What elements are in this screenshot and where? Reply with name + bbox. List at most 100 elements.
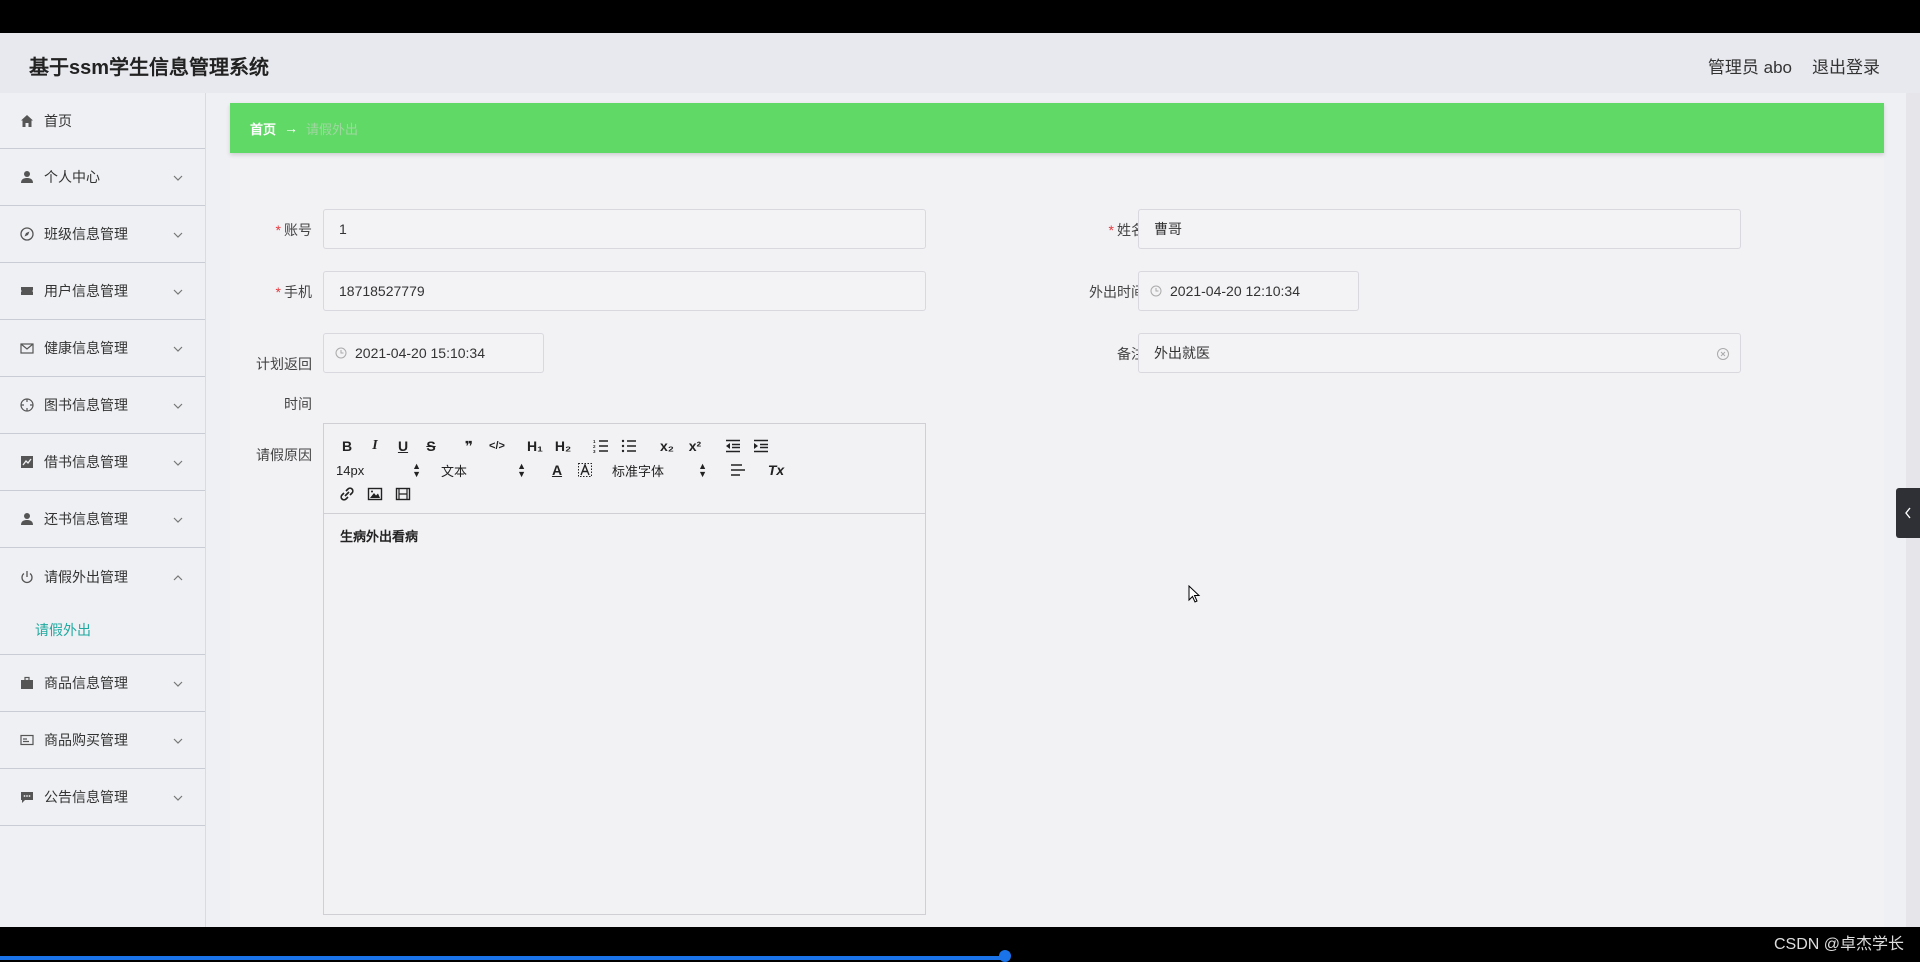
h1-button[interactable]: H₁ bbox=[524, 436, 546, 456]
sidebar-item-personal-center[interactable]: 个人中心 bbox=[0, 149, 205, 206]
watermark: CSDN @卓杰学长 bbox=[1773, 936, 1904, 953]
font-family-value: 标准字体 bbox=[612, 463, 665, 479]
account-value: 1 bbox=[339, 221, 347, 237]
sidebar-item-label: 个人中心 bbox=[44, 169, 100, 185]
outdent-button[interactable] bbox=[722, 436, 744, 456]
background-color-button[interactable] bbox=[574, 460, 596, 480]
sidebar-item-borrow-info[interactable]: 借书信息管理 bbox=[0, 434, 205, 491]
chevron-down-icon bbox=[173, 676, 183, 687]
chevron-down-icon bbox=[173, 790, 183, 801]
breadcrumb-home-link[interactable]: 首页 bbox=[250, 119, 276, 138]
sidebar-subitem-leave[interactable]: 请假外出 bbox=[0, 605, 205, 655]
sidebar-item-leave-management[interactable]: 请假外出管理 bbox=[0, 548, 205, 605]
sidebar-item-user-info[interactable]: 用户信息管理 bbox=[0, 263, 205, 320]
clock-icon bbox=[1150, 285, 1162, 297]
chevron-down-icon bbox=[173, 284, 183, 295]
align-button[interactable] bbox=[727, 460, 749, 480]
video-progress-bar[interactable] bbox=[0, 956, 1004, 960]
svg-text:3: 3 bbox=[593, 449, 596, 453]
indent-button[interactable] bbox=[750, 436, 772, 456]
font-family-select[interactable]: 标准字体 ▲ ▼ bbox=[612, 461, 707, 480]
home-icon bbox=[20, 114, 34, 128]
phone-field[interactable]: 18718527779 bbox=[323, 271, 926, 311]
clear-icon[interactable] bbox=[1716, 347, 1730, 361]
chevron-down-icon bbox=[173, 398, 183, 409]
account-field[interactable]: 1 bbox=[323, 209, 926, 249]
font-size-select[interactable]: 14px ▲ ▼ bbox=[336, 462, 421, 479]
sidebar-item-return-info[interactable]: 还书信息管理 bbox=[0, 491, 205, 548]
sidebar-item-label: 公告信息管理 bbox=[44, 789, 128, 805]
required-mark: * bbox=[275, 284, 281, 300]
image-button[interactable] bbox=[364, 484, 386, 504]
account-label-text: 账号 bbox=[284, 222, 312, 238]
bold-button[interactable]: B bbox=[336, 436, 358, 456]
indent-icon bbox=[754, 439, 768, 453]
sidebar: 首页 个人中心 班级信息管理 用户信息管理 健康信息管理 图书信息管理 借书信息… bbox=[0, 93, 206, 927]
breadcrumb-arrow-icon: → bbox=[284, 120, 299, 136]
link-button[interactable] bbox=[336, 484, 358, 504]
sidebar-item-notice-info[interactable]: 公告信息管理 bbox=[0, 769, 205, 826]
progress-knob[interactable] bbox=[999, 950, 1011, 962]
underline-button[interactable]: U bbox=[392, 436, 414, 456]
editor-content[interactable]: 生病外出看病 bbox=[324, 514, 925, 557]
sidebar-item-health-info[interactable]: 健康信息管理 bbox=[0, 320, 205, 377]
user-icon bbox=[20, 170, 34, 184]
note-field[interactable]: 外出就医 bbox=[1138, 333, 1741, 373]
out-time-picker[interactable]: 2021-04-20 12:10:34 bbox=[1138, 271, 1359, 311]
name-label: * 姓名 bbox=[1070, 220, 1145, 240]
clear-format-button[interactable]: Tx bbox=[765, 460, 787, 480]
h2-button[interactable]: H₂ bbox=[552, 436, 574, 456]
note-value: 外出就医 bbox=[1154, 345, 1210, 361]
bullet-list-icon bbox=[621, 439, 636, 453]
return-time-picker[interactable]: 2021-04-20 15:10:34 bbox=[323, 333, 544, 373]
return-time-label: 计划返回 时间 bbox=[240, 344, 312, 424]
side-panel-toggle[interactable] bbox=[1896, 488, 1920, 538]
reason-label: 请假原因 bbox=[256, 447, 312, 463]
sidebar-item-class-info[interactable]: 班级信息管理 bbox=[0, 206, 205, 263]
sidebar-item-label: 还书信息管理 bbox=[44, 511, 128, 527]
font-size-value: 14px bbox=[336, 462, 365, 478]
rich-text-editor: B I U S ❞ </> H₁ H₂ 123 x₂ x² 14px ▲ ▼ 文… bbox=[323, 423, 926, 915]
breadcrumb: 首页 → 请假外出 bbox=[230, 103, 1884, 153]
block-type-select[interactable]: 文本 ▲ ▼ bbox=[441, 461, 526, 480]
note-label: 备注 bbox=[1117, 346, 1145, 362]
top-header: 基于ssm学生信息管理系统 管理员 abo 退出登录 bbox=[0, 33, 1920, 93]
sidebar-item-label: 商品购买管理 bbox=[44, 732, 128, 748]
sidebar-item-label: 班级信息管理 bbox=[44, 226, 128, 242]
video-button[interactable] bbox=[392, 484, 414, 504]
required-mark: * bbox=[275, 222, 281, 238]
out-time-value: 2021-04-20 12:10:34 bbox=[1170, 283, 1300, 299]
sidebar-item-goods-purchase[interactable]: 商品购买管理 bbox=[0, 712, 205, 769]
briefcase-icon bbox=[20, 676, 34, 690]
current-user: 管理员 abo bbox=[1707, 58, 1792, 77]
highlight-icon bbox=[578, 463, 592, 477]
chevron-down-icon bbox=[173, 341, 183, 352]
ordered-list-icon: 123 bbox=[593, 439, 608, 453]
sidebar-item-label: 首页 bbox=[44, 112, 72, 129]
sidebar-item-book-info[interactable]: 图书信息管理 bbox=[0, 377, 205, 434]
italic-button[interactable]: I bbox=[364, 436, 386, 456]
compass-icon bbox=[20, 227, 34, 241]
subscript-button[interactable]: x₂ bbox=[656, 436, 678, 456]
required-mark: * bbox=[1108, 222, 1114, 238]
sidebar-item-goods-info[interactable]: 商品信息管理 bbox=[0, 655, 205, 712]
strikethrough-button[interactable]: S bbox=[420, 436, 442, 456]
logout-link[interactable]: 退出登录 bbox=[1812, 53, 1880, 78]
chevron-down-icon bbox=[173, 227, 183, 238]
chevron-down-icon bbox=[173, 455, 183, 466]
superscript-button[interactable]: x² bbox=[684, 436, 706, 456]
code-button[interactable]: </> bbox=[486, 436, 508, 456]
blockquote-button[interactable]: ❞ bbox=[458, 436, 480, 456]
breadcrumb-current: 请假外出 bbox=[306, 121, 359, 137]
sidebar-item-home[interactable]: 首页 bbox=[0, 93, 205, 149]
account-label: * 账号 bbox=[270, 220, 312, 240]
message-icon bbox=[20, 790, 34, 804]
phone-value: 18718527779 bbox=[339, 283, 425, 299]
name-field[interactable]: 曹哥 bbox=[1138, 209, 1741, 249]
clock-icon bbox=[335, 347, 347, 359]
ordered-list-button[interactable]: 123 bbox=[590, 436, 612, 456]
phone-label: * 手机 bbox=[260, 282, 312, 302]
bullet-list-button[interactable] bbox=[618, 436, 640, 456]
return-label-line2: 时间 bbox=[284, 396, 312, 412]
font-color-button[interactable]: A bbox=[546, 460, 568, 480]
